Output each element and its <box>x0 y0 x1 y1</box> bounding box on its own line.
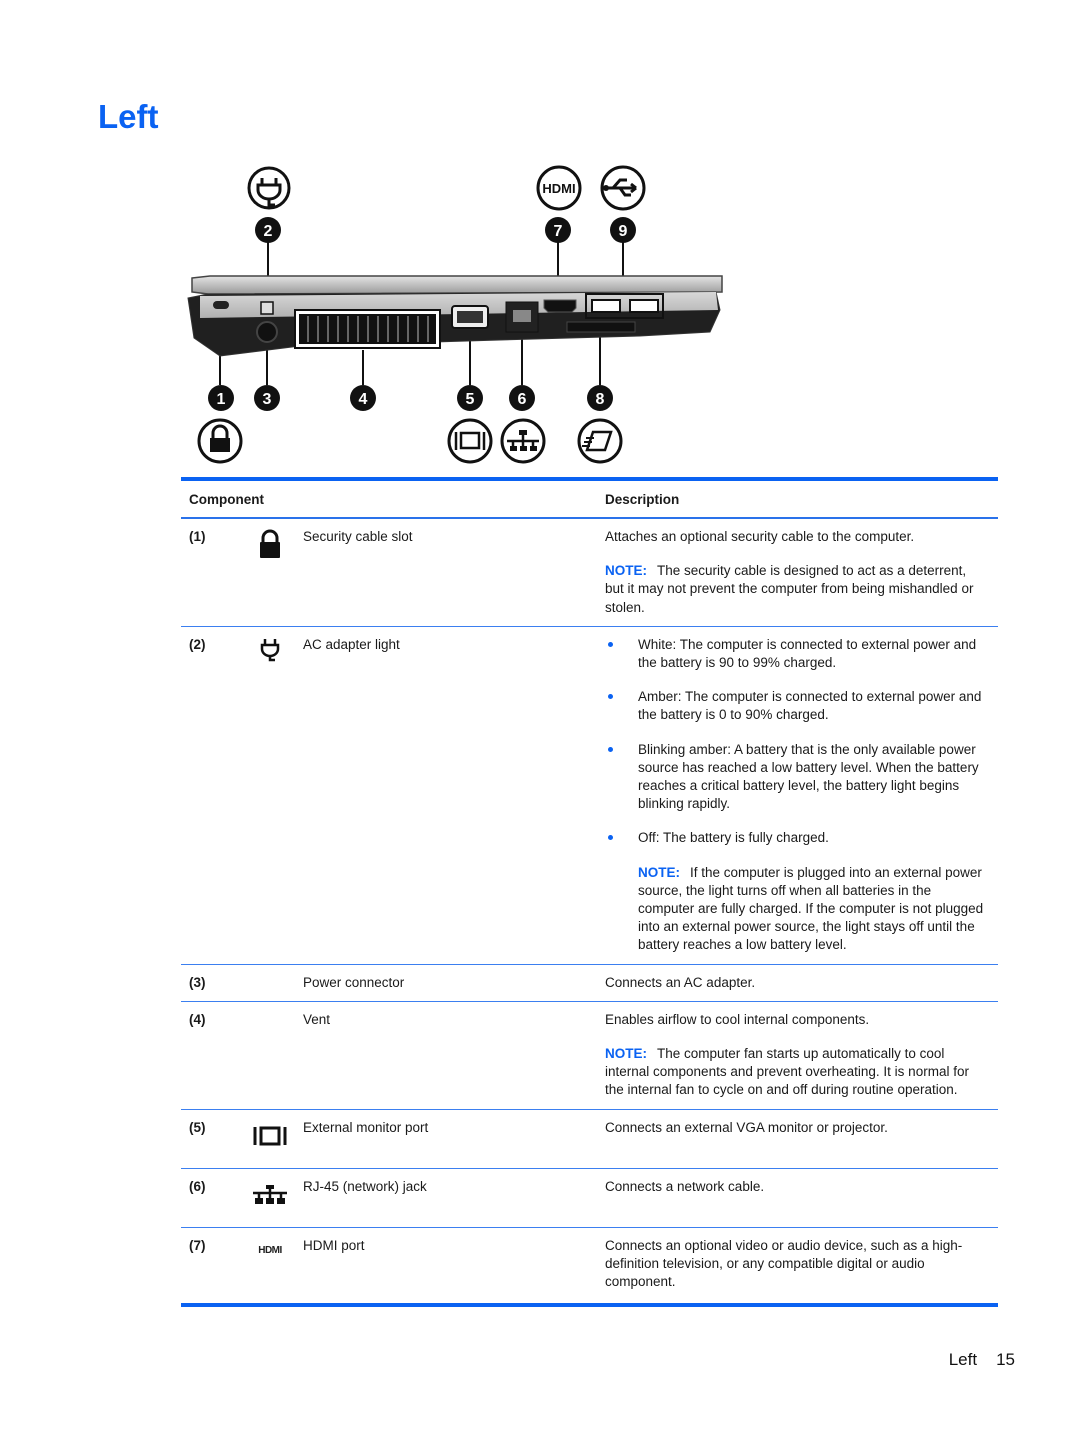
callout-6: 6 <box>509 385 535 411</box>
note-label: NOTE: <box>605 563 647 579</box>
table-row: (2) AC adapter light White: The computer… <box>181 627 998 965</box>
status-item: Off: The battery is fully charged. NOTE:… <box>605 829 988 954</box>
svg-text:1: 1 <box>217 391 226 408</box>
table-row: (4) Vent Enables airflow to cool interna… <box>181 1002 998 1110</box>
row-number: (7) <box>189 1237 206 1253</box>
component-name: RJ-45 (network) jack <box>303 1178 427 1194</box>
component-description: Connects an AC adapter. <box>605 965 998 1001</box>
callout-8: 8 <box>587 385 613 411</box>
footer-section: Left <box>948 1350 978 1369</box>
row-number: (5) <box>189 1119 206 1135</box>
description-text: Connects an optional video or audio devi… <box>605 1237 963 1290</box>
hdmi-icon: HDMI <box>258 1244 282 1256</box>
callout-1: 1 <box>208 385 234 411</box>
table-row: (1) Security cable slot Attaches an opti… <box>181 519 998 627</box>
component-name: Power connector <box>303 974 405 990</box>
callout-7: 7 <box>545 217 571 243</box>
status-item: Amber: The computer is connected to exte… <box>605 688 988 724</box>
monitor-icon <box>447 418 493 464</box>
network-icon <box>253 1184 287 1204</box>
callout-9: 9 <box>610 217 636 243</box>
component-description: Enables airflow to cool internal compone… <box>605 1002 998 1109</box>
svg-text:6: 6 <box>518 391 527 408</box>
description-text: Enables airflow to cool internal compone… <box>605 1011 870 1027</box>
component-name: Vent <box>303 1011 331 1027</box>
page-number: 15 <box>996 1350 1015 1369</box>
hdmi-icon: HDMI <box>536 165 582 211</box>
row-number: (3) <box>189 974 206 990</box>
callout-2: 2 <box>255 217 281 243</box>
table-bottom-rule <box>181 1303 998 1308</box>
component-table: Component Description (1) Security cable… <box>181 477 998 1308</box>
description-text: Attaches an optional security cable to t… <box>605 529 915 544</box>
ac-adapter-icon <box>260 638 280 662</box>
description-text: Connects an AC adapter. <box>605 974 756 990</box>
page-footer: Left 15 <box>949 1350 1015 1370</box>
laptop-left-side-illustration: HDMI 2 7 9 1 3 4 5 6 8 <box>187 165 723 464</box>
header-description: Description <box>605 491 680 507</box>
component-name: Security cable slot <box>303 529 413 544</box>
row-number: (4) <box>189 1011 206 1027</box>
svg-text:4: 4 <box>359 391 368 408</box>
table-header: Component Description <box>181 481 998 519</box>
note: NOTE: The security cable is designed to a… <box>605 562 988 617</box>
table-row: (5) External monitor port Connects an ex… <box>181 1110 998 1169</box>
component-description: Attaches an optional security cable to t… <box>605 519 998 626</box>
monitor-icon <box>253 1126 287 1146</box>
header-component: Component <box>189 491 264 507</box>
description-text: Connects a network cable. <box>605 1178 765 1194</box>
component-description: Connects a network cable. <box>605 1169 998 1227</box>
svg-text:7: 7 <box>554 223 563 240</box>
network-icon <box>500 418 546 464</box>
note-text: The security cable is designed to act as… <box>605 563 974 615</box>
row-number: (1) <box>189 529 206 544</box>
status-item: White: The computer is connected to exte… <box>605 636 988 672</box>
table-row: (7) HDMI HDMI port Connects an optional … <box>181 1228 998 1304</box>
svg-text:5: 5 <box>466 391 475 408</box>
table-row: (3) Power connector Connects an AC adapt… <box>181 965 998 1002</box>
usb-icon <box>600 165 646 211</box>
note: NOTE: If the computer is plugged into an … <box>638 864 988 955</box>
row-number: (6) <box>189 1178 206 1194</box>
note: NOTE: The computer fan starts up automati… <box>605 1045 988 1100</box>
lock-icon <box>260 529 280 558</box>
row-number: (2) <box>189 636 206 652</box>
ac-adapter-icon <box>247 166 291 210</box>
svg-text:2: 2 <box>264 223 273 240</box>
callout-3: 3 <box>254 385 280 411</box>
note-text: If the computer is plugged into an exter… <box>638 864 984 953</box>
component-description: Connects an optional video or audio devi… <box>605 1228 998 1304</box>
note-text: The computer fan starts up automatically… <box>605 1046 969 1098</box>
callout-4: 4 <box>350 385 376 411</box>
page-title: Left <box>98 98 159 135</box>
lock-icon <box>197 418 243 464</box>
note-label: NOTE: <box>605 1046 647 1062</box>
svg-text:HDMI: HDMI <box>542 181 575 196</box>
media-card-icon <box>577 418 623 464</box>
svg-text:9: 9 <box>619 223 628 240</box>
status-item: Blinking amber: A battery that is the on… <box>605 741 988 814</box>
description-text: Connects an external VGA monitor or proj… <box>605 1119 888 1135</box>
component-name: HDMI port <box>303 1237 365 1253</box>
svg-text:3: 3 <box>263 391 272 408</box>
component-name: AC adapter light <box>303 636 400 652</box>
note-label: NOTE: <box>638 864 680 880</box>
callout-5: 5 <box>457 385 483 411</box>
component-description: Connects an external VGA monitor or proj… <box>605 1110 998 1168</box>
component-name: External monitor port <box>303 1119 429 1135</box>
status-list: White: The computer is connected to exte… <box>605 636 988 955</box>
laptop-body <box>187 275 723 357</box>
svg-text:8: 8 <box>596 391 605 408</box>
table-row: (6) RJ-45 (network) jack Connects a netw… <box>181 1169 998 1228</box>
component-description: White: The computer is connected to exte… <box>605 627 998 964</box>
